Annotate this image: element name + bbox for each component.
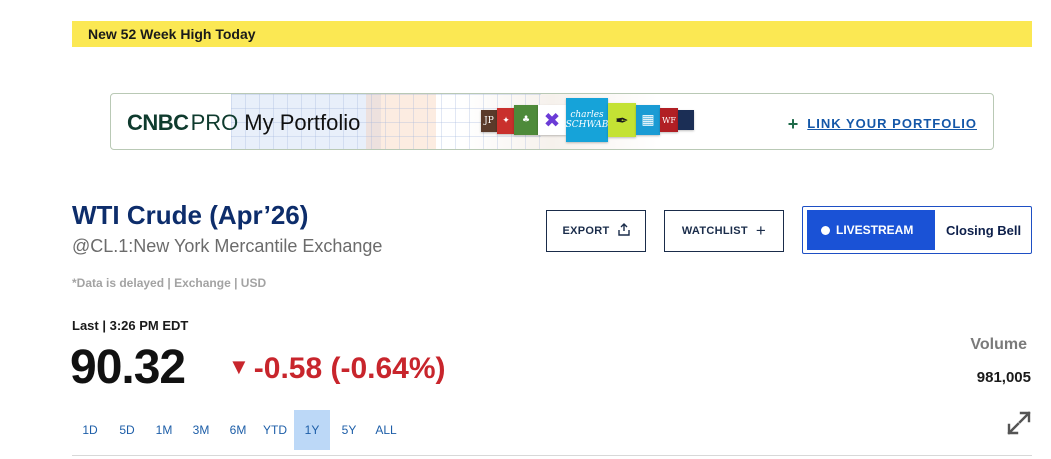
live-dot-icon: [821, 225, 830, 235]
range-5d[interactable]: 5D: [109, 410, 145, 450]
livestream-widget[interactable]: LIVESTREAM Closing Bell: [802, 206, 1032, 254]
export-label: EXPORT: [562, 225, 610, 237]
price-change-value: -0.58 (-0.64%): [253, 352, 446, 385]
livestream-show-name[interactable]: Closing Bell: [946, 223, 1021, 238]
livestream-button[interactable]: LIVESTREAM: [807, 210, 935, 250]
volume-value: 981,005: [976, 369, 1031, 386]
livestream-label: LIVESTREAM: [836, 223, 914, 237]
cnbc-pro-logo: CNBCPRO My Portfolio: [127, 110, 360, 136]
share-icon: [617, 221, 630, 241]
range-ytd[interactable]: YTD: [257, 410, 293, 450]
broker-grid-logo: ▦: [636, 105, 660, 135]
charles-schwab-logo: charles SCHWAB: [566, 98, 608, 142]
range-1m[interactable]: 1M: [146, 410, 182, 450]
range-1d[interactable]: 1D: [72, 410, 108, 450]
jpmorgan-logo: JP: [481, 110, 497, 132]
divider: [72, 455, 1032, 456]
broker-x-logo: ✖: [538, 105, 566, 135]
chart-range-selector: 1D 5D 1M 3M 6M YTD 1Y 5Y ALL: [72, 410, 405, 450]
plus-icon: +: [787, 114, 800, 134]
range-1y[interactable]: 1Y: [294, 410, 330, 450]
broker-navy-logo: [678, 110, 694, 130]
export-button[interactable]: EXPORT: [546, 210, 646, 252]
watchlist-button[interactable]: WATCHLIST +: [664, 210, 784, 252]
cnbc-wordmark: CNBC: [127, 110, 189, 135]
new-52-week-high-banner: New 52 Week High Today: [72, 21, 1032, 47]
expand-icon[interactable]: [1006, 410, 1032, 436]
last-trade-time: Last | 3:26 PM EDT: [72, 318, 189, 333]
down-arrow-icon: ▼: [228, 354, 250, 379]
last-price: 90.32: [70, 341, 186, 394]
quote-title: WTI Crude (Apr’26): [72, 200, 309, 230]
wells-fargo-logo: WF: [660, 108, 678, 132]
broker-red-logo: ✦: [497, 108, 515, 134]
pro-wordmark: PRO: [190, 110, 239, 135]
broker-leaf-logo: ♣: [514, 105, 538, 135]
range-6m[interactable]: 6M: [220, 410, 256, 450]
volume-label: Volume: [970, 336, 1027, 353]
quote-exchange-subtitle: @CL.1:New York Mercantile Exchange: [72, 236, 383, 256]
price-change: ▼ -0.58 (-0.64%): [228, 352, 446, 386]
delayed-data-note: *Data is delayed | Exchange | USD: [72, 276, 267, 290]
range-all[interactable]: ALL: [368, 410, 404, 450]
broker-pen-logo: ✒: [608, 103, 636, 137]
cnbc-pro-portfolio-banner[interactable]: CNBCPRO My Portfolio JP ✦ ♣ ✖ charles SCH…: [110, 93, 994, 150]
range-5y[interactable]: 5Y: [331, 410, 367, 450]
watchlist-label: WATCHLIST: [681, 225, 748, 237]
my-portfolio-title: My Portfolio: [244, 110, 361, 135]
range-3m[interactable]: 3M: [183, 410, 219, 450]
link-your-portfolio-link[interactable]: + LINK YOUR PORTFOLIO: [788, 114, 977, 135]
link-portfolio-label: LINK YOUR PORTFOLIO: [807, 116, 977, 131]
plus-icon: +: [755, 221, 767, 240]
